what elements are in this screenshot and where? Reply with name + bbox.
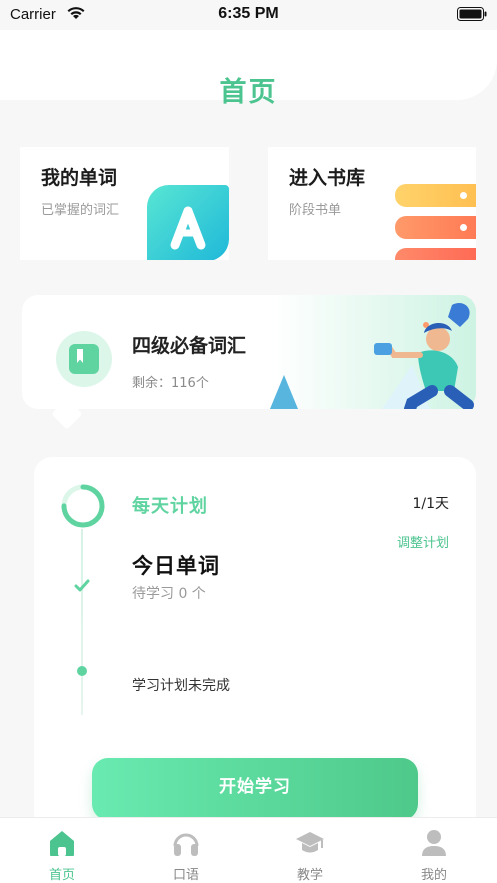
status-bar: Carrier 6:35 PM [0, 0, 497, 30]
plan-status: 学习计划未完成 [132, 678, 230, 694]
tab-speaking-label: 口语 [172, 868, 199, 883]
battery-icon [457, 7, 487, 21]
timeline-dot-icon [77, 666, 87, 676]
tab-teaching[interactable]: 教学 [248, 818, 372, 883]
page-title: 首页 [219, 77, 278, 108]
headphones-icon [173, 833, 199, 856]
start-learning-button[interactable]: 开始学习 [92, 758, 418, 820]
tab-teaching-label: 教学 [296, 868, 323, 883]
letter-a-icon [147, 185, 229, 260]
vocab-book-card[interactable]: 四级必备词汇 剩余：116个 [22, 295, 476, 409]
tab-home[interactable]: 首页 [0, 818, 124, 883]
my-words-title: 我的单词 [41, 167, 118, 189]
user-icon [422, 830, 446, 856]
today-words-title: 今日单词 [132, 554, 220, 578]
tab-profile[interactable]: 我的 [372, 818, 496, 883]
library-subtitle: 阶段书单 [289, 203, 342, 218]
student-illustration [270, 302, 474, 409]
book-icon [69, 344, 99, 374]
library-title: 进入书库 [289, 167, 366, 189]
pending-count: 待学习 0 个 [132, 586, 206, 602]
vocab-remaining: 剩余：116个 [132, 376, 209, 391]
progress-ring [61, 484, 105, 528]
vocab-book-title: 四级必备词汇 [132, 335, 247, 357]
clock: 6:35 PM [218, 5, 279, 22]
my-words-card[interactable]: 我的单词 已掌握的词汇 [20, 147, 229, 260]
plan-days: 1/1天 [412, 496, 449, 512]
tab-bar: 首页 口语 教学 我的 [0, 817, 497, 883]
check-icon [74, 579, 90, 592]
home-icon [50, 831, 74, 856]
bookshelf-icon [395, 184, 476, 260]
timeline-line [81, 529, 83, 715]
book-icon-circle [56, 331, 112, 387]
tab-profile-label: 我的 [420, 868, 447, 883]
tab-speaking[interactable]: 口语 [124, 818, 248, 883]
my-words-subtitle: 已掌握的词汇 [41, 203, 120, 218]
tab-home-label: 首页 [48, 868, 75, 883]
plan-title: 每天计划 [132, 496, 208, 517]
library-card[interactable]: 进入书库 阶段书单 [268, 147, 476, 260]
adjust-plan-link[interactable]: 调整计划 [397, 532, 449, 551]
graduation-cap-icon [296, 832, 324, 853]
